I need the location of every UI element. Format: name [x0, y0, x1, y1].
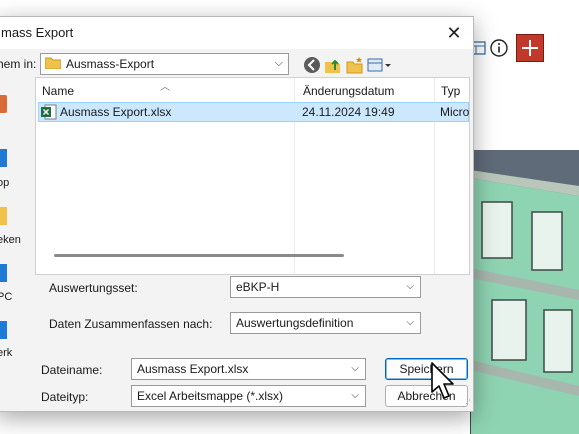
horizontal-scrollbar[interactable] — [54, 254, 344, 257]
save-in-dropdown[interactable]: Ausmass-Export ⌵ — [40, 53, 289, 75]
close-icon: ✕ — [446, 22, 462, 43]
save-in-folder: Ausmass-Export — [66, 57, 155, 71]
info-icon[interactable] — [485, 34, 513, 62]
file-type: Micro — [440, 105, 470, 119]
filetype-value: Excel Arbeitsmappe (*.xlsx) — [137, 389, 284, 403]
place-this-pc[interactable]: PC — [0, 262, 35, 312]
auswertungsset-value: eBKP-H — [236, 280, 280, 294]
3d-model-viewport[interactable] — [470, 150, 579, 434]
auswertungsset-label: Auswertungsset: — [49, 281, 138, 295]
excel-file-icon — [41, 104, 57, 123]
back-icon[interactable] — [302, 55, 322, 75]
folder-icon — [44, 56, 62, 72]
resize-grip-icon[interactable]: ⋰ — [462, 398, 471, 409]
filename-value: Ausmass Export.xlsx — [137, 362, 249, 376]
filename-label: Dateiname: — [41, 363, 103, 377]
chevron-down-icon: ⌵ — [406, 281, 414, 292]
place-network[interactable]: erk — [0, 319, 35, 369]
file-name: Ausmass Export.xlsx — [60, 105, 172, 119]
file-row[interactable]: Ausmass Export.xlsx 24.11.2024 19:49 Mic… — [38, 102, 469, 122]
chevron-down-icon: ⌵ — [274, 57, 283, 69]
daten-zusammenfassen-dropdown[interactable]: Auswertungsdefinition ⌵ — [230, 312, 421, 334]
place-libraries[interactable]: eken — [0, 205, 35, 255]
place-desktop[interactable]: op — [0, 147, 35, 197]
chevron-down-icon: ⌵ — [351, 390, 359, 401]
mouse-cursor-icon — [430, 362, 456, 405]
crosshair-icon[interactable] — [516, 34, 544, 62]
save-in-label: hem in: — [0, 57, 37, 71]
this-pc-icon — [0, 264, 7, 282]
chevron-down-icon: ⌵ — [351, 363, 359, 374]
auswertungsset-dropdown[interactable]: eBKP-H ⌵ — [230, 276, 421, 298]
new-folder-icon[interactable] — [345, 55, 365, 75]
filename-input[interactable]: Ausmass Export.xlsx ⌵ — [131, 358, 366, 380]
libraries-icon — [0, 207, 7, 225]
daten-zusammenfassen-value: Auswertungsdefinition — [236, 316, 354, 330]
file-date: 24.11.2024 19:49 — [302, 105, 395, 119]
view-menu-icon[interactable] — [367, 55, 391, 75]
dialog-title: mass Export — [1, 25, 74, 40]
up-folder-icon[interactable] — [323, 55, 343, 75]
network-icon — [0, 321, 7, 339]
filetype-label: Dateityp: — [41, 390, 89, 404]
filetype-dropdown[interactable]: Excel Arbeitsmappe (*.xlsx) ⌵ — [131, 385, 366, 407]
chevron-down-icon: ⌵ — [406, 317, 414, 328]
desktop-icon — [0, 149, 7, 167]
column-header-type[interactable]: Typ — [441, 84, 460, 98]
dialog-titlebar[interactable]: mass Export ✕ — [0, 17, 473, 49]
file-list[interactable]: ︿ Name Änderungsdatum Typ Ausmass Export… — [35, 77, 470, 275]
column-header-date[interactable]: Änderungsdatum — [303, 84, 394, 98]
save-dialog: mass Export ✕ hem in: Ausmass-Export ⌵ t… — [0, 16, 474, 412]
recent-places-icon — [0, 95, 7, 113]
column-header-name[interactable]: Name — [42, 84, 74, 98]
place-recent[interactable]: t — [0, 91, 35, 141]
close-button[interactable]: ✕ — [435, 17, 473, 49]
daten-zusammenfassen-label: Daten Zusammenfassen nach: — [49, 317, 213, 331]
sort-ascending-icon: ︿ — [160, 82, 170, 93]
